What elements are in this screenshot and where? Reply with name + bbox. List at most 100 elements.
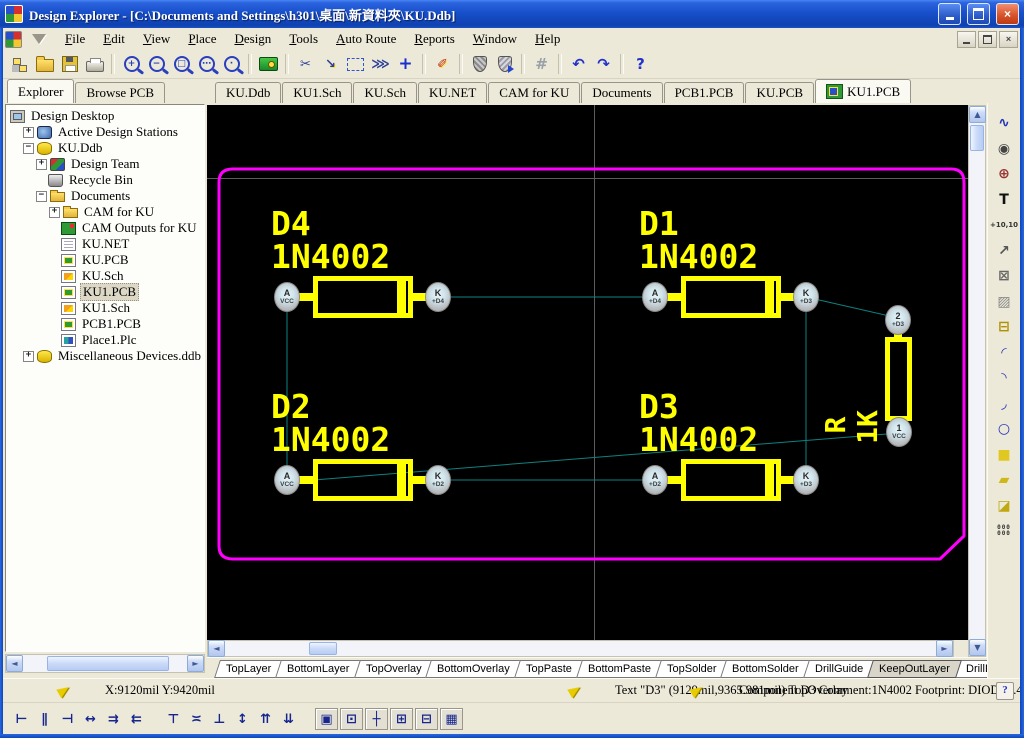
status-help-button[interactable]: ? — [996, 682, 1014, 700]
place-string-button[interactable]: T — [992, 190, 1016, 209]
place-track-button[interactable]: ∿ — [992, 114, 1016, 133]
scroll-thumb[interactable] — [970, 125, 984, 151]
zoom-out-button[interactable]: − — [144, 53, 169, 76]
arc-edge-button[interactable]: ◜ — [992, 343, 1016, 362]
silkscreen-value-d1[interactable]: 1N4002 — [639, 240, 758, 273]
tree-item-active-design-stations[interactable]: +Active Design Stations — [6, 124, 204, 140]
tree-item-ku-net[interactable]: KU.NET — [6, 236, 204, 252]
pad-D1-K[interactable]: K+D3 — [793, 282, 819, 312]
document-tab-ku-ddb[interactable]: KU.Ddb — [215, 82, 281, 103]
tree-item-ku-ddb[interactable]: −KU.Ddb — [6, 140, 204, 156]
document-tab-ku1-sch[interactable]: KU1.Sch — [282, 82, 352, 103]
pad-D2-A[interactable]: AVCC — [274, 465, 300, 495]
zoom-window-button[interactable]: □ — [169, 53, 194, 76]
layer-tab-drillguide[interactable]: DrillGuide — [803, 660, 875, 678]
increase-horizontal-spacing-button[interactable]: ⇉ — [103, 709, 124, 729]
menu-place[interactable]: Place — [179, 29, 225, 49]
tree-item-place1-plc[interactable]: Place1.Plc — [6, 332, 204, 348]
arrange-components-button[interactable]: ⊞ — [390, 708, 413, 730]
arrange-in-rectangle-button[interactable]: ⊡ — [340, 708, 363, 730]
layer-tab-bottomsolder[interactable]: BottomSolder — [721, 660, 812, 678]
diode-body-d3[interactable] — [681, 459, 781, 501]
document-tab-ku-net[interactable]: KU.NET — [418, 82, 487, 103]
shield-arrow-button[interactable] — [492, 53, 517, 76]
menu-file[interactable]: File — [56, 29, 94, 49]
tree-item-recycle-bin[interactable]: Recycle Bin — [6, 172, 204, 188]
tree-item-cam-for-ku[interactable]: +CAM for KU — [6, 204, 204, 220]
highlight-net-button[interactable]: ↘ — [318, 53, 343, 76]
arc-center-button[interactable]: ◝ — [992, 369, 1016, 388]
tree-item-design-team[interactable]: +Design Team — [6, 156, 204, 172]
collapse-icon[interactable]: − — [36, 191, 47, 202]
scroll-left-button[interactable]: ◄ — [6, 655, 23, 672]
grid-button[interactable]: # — [529, 53, 554, 76]
silkscreen-ref-d4[interactable]: D4 — [271, 207, 311, 240]
place-hatched-fill-button[interactable]: ▨ — [992, 292, 1016, 311]
decrease-vertical-spacing-button[interactable]: ⇊ — [278, 709, 299, 729]
diode-body-d4[interactable] — [313, 276, 413, 318]
collapse-icon[interactable]: − — [23, 143, 34, 154]
scroll-right-button[interactable]: ► — [187, 655, 204, 672]
place-dimension-button[interactable]: ↗ — [992, 241, 1016, 260]
document-app-icon[interactable] — [5, 31, 22, 48]
full-circle-button[interactable]: ○ — [992, 420, 1016, 439]
tree-item-documents[interactable]: −Documents — [6, 188, 204, 204]
layer-tab-bottomoverlay[interactable]: BottomOverlay — [425, 660, 522, 678]
silkscreen-ref-d2[interactable]: D2 — [271, 390, 311, 423]
pad-R-1[interactable]: 1VCC — [886, 417, 912, 447]
capture-image-button[interactable] — [256, 53, 281, 76]
arrange-component-button[interactable]: ⊟ — [415, 708, 438, 730]
layer-tab-keepoutlayer[interactable]: KeepOutLayer — [867, 660, 962, 678]
menu-drop-arrow-icon[interactable] — [32, 34, 46, 44]
tree-item-ku-pcb[interactable]: KU.PCB — [6, 252, 204, 268]
silkscreen-value-d4[interactable]: 1N4002 — [271, 240, 390, 273]
panel-tab-browse-pcb[interactable]: Browse PCB — [75, 82, 165, 103]
menu-window[interactable]: Window — [464, 29, 526, 49]
panel-tab-explorer[interactable]: Explorer — [7, 79, 74, 103]
pad-D3-A[interactable]: A+D2 — [642, 465, 668, 495]
document-tab-ku-sch[interactable]: KU.Sch — [353, 82, 417, 103]
maximize-button[interactable] — [967, 3, 990, 25]
increase-vertical-spacing-button[interactable]: ⇈ — [255, 709, 276, 729]
pad-D4-K[interactable]: K+D4 — [425, 282, 451, 312]
decrease-horizontal-spacing-button[interactable]: ⇇ — [126, 709, 147, 729]
place-coordinate-button[interactable]: +10,10 — [992, 216, 1016, 235]
tree-item-cam-outputs-for-ku[interactable]: CAM Outputs for KU — [6, 220, 204, 236]
polygon-plane-button[interactable]: ▰ — [992, 471, 1016, 490]
align-right-button[interactable]: ⊣ — [57, 709, 78, 729]
align-top-button[interactable]: ⊤ — [163, 709, 184, 729]
mdi-restore-button[interactable] — [978, 31, 997, 48]
layer-tab-bottomlayer[interactable]: BottomLayer — [275, 660, 361, 678]
menu-view[interactable]: View — [134, 29, 179, 49]
expand-icon[interactable]: + — [36, 159, 47, 170]
print-button[interactable] — [82, 53, 107, 76]
zoom-point-button[interactable]: · — [219, 53, 244, 76]
scroll-left-button[interactable]: ◄ — [208, 640, 225, 657]
pad-R-2[interactable]: 2+D3 — [885, 305, 911, 335]
expand-icon[interactable]: + — [23, 127, 34, 138]
menu-reports[interactable]: Reports — [405, 29, 463, 49]
silkscreen-value-d3[interactable]: 1N4002 — [639, 423, 758, 456]
arc-angle-button[interactable]: ◞ — [992, 394, 1016, 413]
pad-D4-A[interactable]: AVCC — [274, 282, 300, 312]
silkscreen-ref-d1[interactable]: D1 — [639, 207, 679, 240]
zoom-document-button[interactable]: ⋯ — [194, 53, 219, 76]
scroll-track[interactable] — [969, 123, 985, 639]
pad-D1-A[interactable]: A+D4 — [642, 282, 668, 312]
menu-tools[interactable]: Tools — [280, 29, 327, 49]
align-left-button[interactable]: ⊢ — [11, 709, 32, 729]
redo-button[interactable]: ↷ — [591, 53, 616, 76]
scroll-up-button[interactable]: ▲ — [969, 106, 986, 123]
move-to-grid-button[interactable]: ┼ — [365, 708, 388, 730]
tree-item-ku-sch[interactable]: KU.Sch — [6, 268, 204, 284]
menu-design[interactable]: Design — [225, 29, 280, 49]
document-tab-ku1-pcb[interactable]: KU1.PCB — [815, 79, 911, 103]
placement-wizard-button[interactable]: ▦ — [440, 708, 463, 730]
help-button[interactable]: ? — [628, 53, 653, 76]
pad-D2-K[interactable]: K+D2 — [425, 465, 451, 495]
scroll-track[interactable] — [225, 641, 936, 656]
menu-edit[interactable]: Edit — [94, 29, 134, 49]
scroll-thumb[interactable] — [309, 642, 337, 655]
pcb-canvas[interactable]: D41N4002AVCCK+D4D11N4002A+D4K+D3D21N4002… — [207, 105, 968, 640]
menu-help[interactable]: Help — [526, 29, 569, 49]
